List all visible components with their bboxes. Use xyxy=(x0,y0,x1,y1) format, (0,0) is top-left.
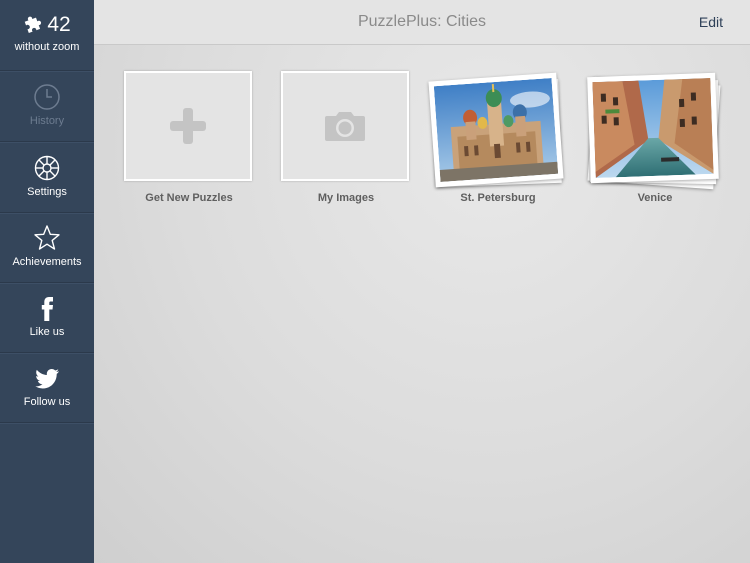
twitter-icon xyxy=(35,369,59,389)
plus-icon xyxy=(170,108,206,144)
tile-frame xyxy=(124,71,252,181)
puzzle-grid: Get New Puzzles My Images St. Petersburg… xyxy=(94,45,750,563)
tile-label: St. Petersburg xyxy=(460,192,536,204)
cathedral-photo xyxy=(433,78,559,182)
canal-photo xyxy=(592,77,714,179)
star-icon xyxy=(34,225,60,250)
venice-tile[interactable]: Venice xyxy=(585,71,725,221)
puzzle-count-panel[interactable]: 42 without zoom xyxy=(0,0,94,71)
top-bar: PuzzlePlus: Cities Edit xyxy=(94,0,750,45)
photo-front xyxy=(587,72,719,184)
clock-icon xyxy=(34,84,60,110)
sidebar-item-history[interactable]: History xyxy=(0,71,94,142)
sidebar-item-like-us[interactable]: Like us xyxy=(0,282,94,353)
tile-label: My Images xyxy=(317,192,375,204)
tile-label: Venice xyxy=(637,192,673,204)
sidebar-item-label: Settings xyxy=(27,186,67,198)
photo-stack xyxy=(428,71,568,191)
sidebar-item-label: History xyxy=(29,115,65,127)
my-images-tile[interactable]: My Images xyxy=(276,71,416,221)
facebook-icon xyxy=(41,297,53,321)
sidebar-item-label: Like us xyxy=(29,326,65,338)
sidebar-item-label: Achievements xyxy=(12,256,82,268)
sidebar-item-label: Follow us xyxy=(23,396,71,408)
photo-stack xyxy=(585,71,725,191)
gear-icon xyxy=(34,155,60,181)
photo-front xyxy=(428,72,564,188)
camera-icon xyxy=(325,112,365,141)
tile-frame xyxy=(281,71,409,181)
sidebar-item-follow-us[interactable]: Follow us xyxy=(0,352,94,423)
st-petersburg-tile[interactable]: St. Petersburg xyxy=(428,71,568,221)
puzzle-count-value: 42 xyxy=(47,13,71,36)
get-new-puzzles-tile[interactable]: Get New Puzzles xyxy=(119,71,259,221)
page-title: PuzzlePlus: Cities xyxy=(357,13,487,30)
puzzle-count-label: without zoom xyxy=(14,41,80,53)
tile-label: Get New Puzzles xyxy=(145,192,233,204)
sidebar: 42 without zoom History Settings Achieve… xyxy=(0,0,94,563)
sidebar-item-settings[interactable]: Settings xyxy=(0,142,94,213)
puzzle-count-row: 42 xyxy=(0,13,94,37)
puzzle-piece-icon xyxy=(25,16,42,33)
sidebar-item-achievements[interactable]: Achievements xyxy=(0,212,94,283)
edit-button[interactable]: Edit xyxy=(699,14,723,30)
